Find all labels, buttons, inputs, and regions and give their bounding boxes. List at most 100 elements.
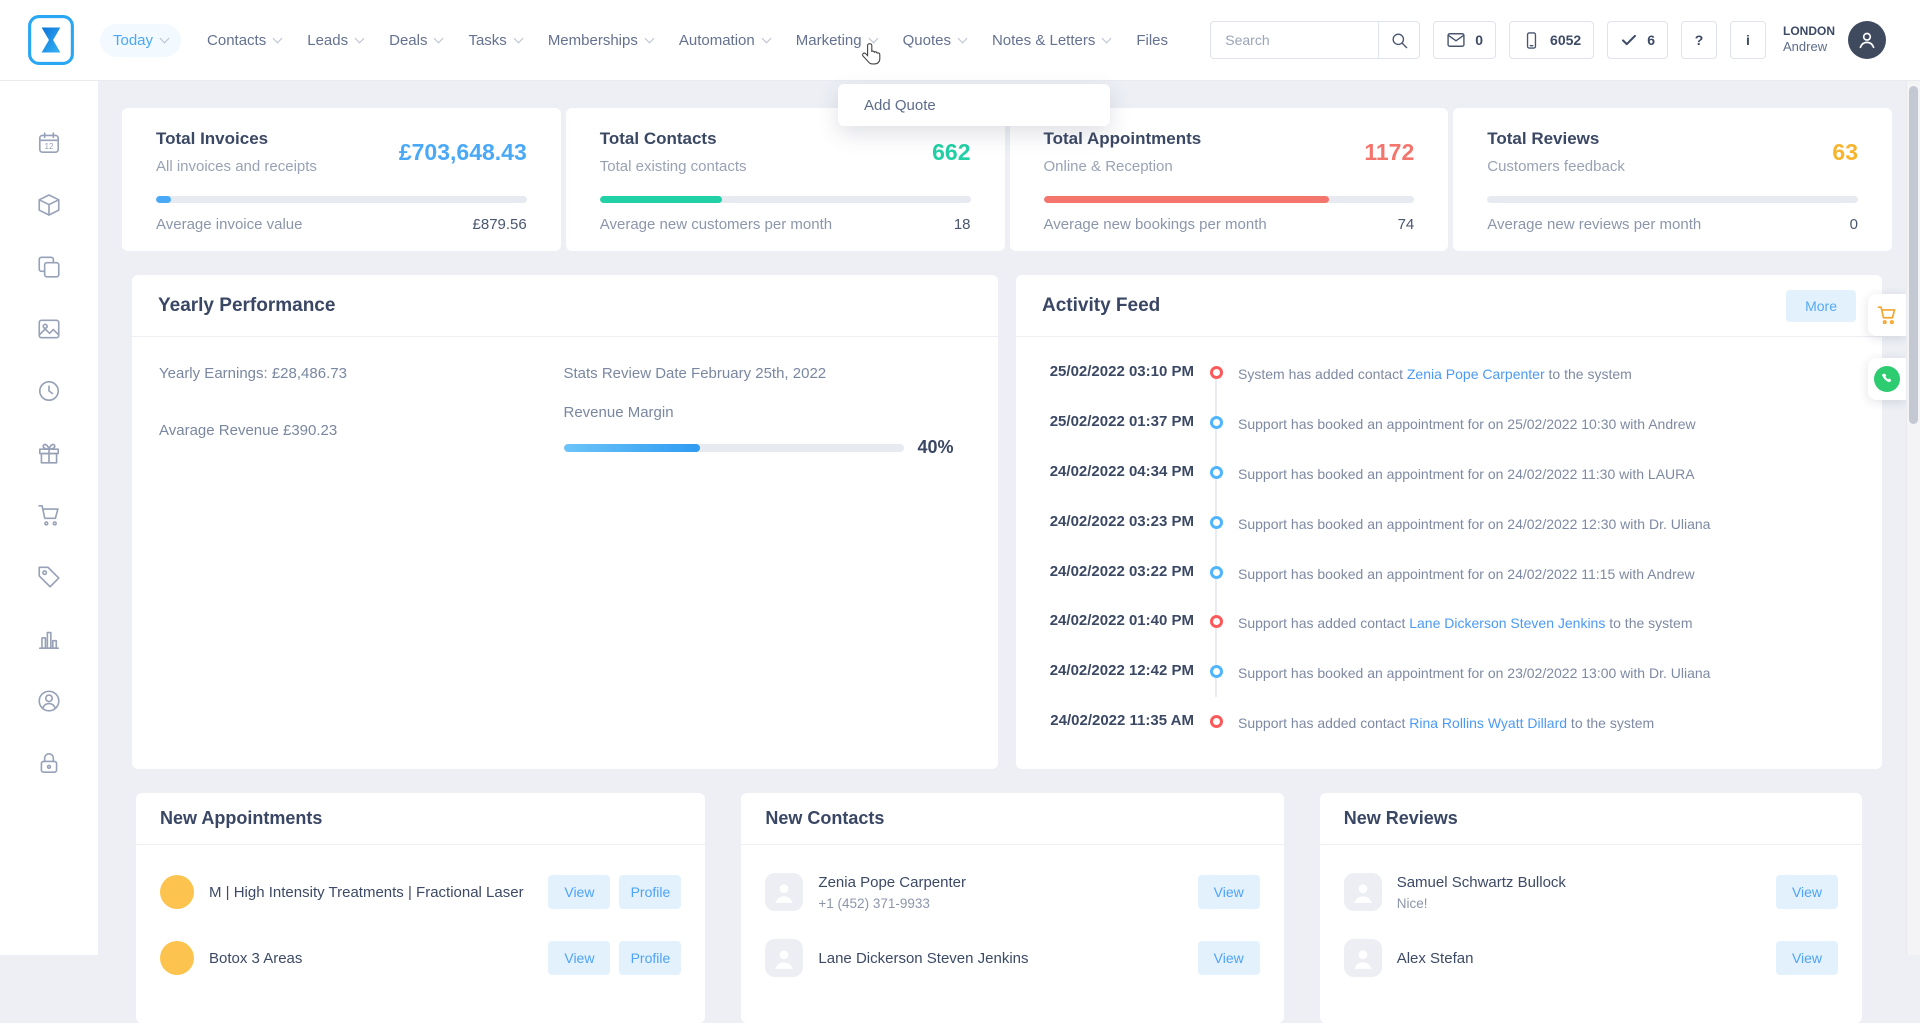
floating-whatsapp-widget[interactable] bbox=[1868, 358, 1906, 400]
more-button[interactable]: More bbox=[1786, 290, 1856, 322]
stat-title: Total Appointments bbox=[1044, 129, 1202, 149]
activity-contact-link[interactable]: Lane Dickerson Steven Jenkins bbox=[1409, 615, 1605, 631]
user-avatar[interactable] bbox=[1848, 21, 1886, 59]
sidebar-item-gallery[interactable] bbox=[36, 316, 62, 342]
timeline-dot bbox=[1210, 665, 1223, 678]
sidebar-item-services[interactable] bbox=[36, 192, 62, 218]
tag-icon bbox=[36, 564, 62, 590]
progress-bar bbox=[1487, 196, 1858, 203]
view-button[interactable]: View bbox=[1776, 875, 1838, 909]
search-button[interactable] bbox=[1378, 21, 1420, 59]
nav-item-memberships[interactable]: Memberships bbox=[548, 32, 653, 49]
activity-time: 24/02/2022 11:35 AM bbox=[1042, 712, 1194, 729]
stat-value: 63 bbox=[1832, 139, 1858, 166]
tasks-counter-button[interactable]: 6 bbox=[1607, 21, 1668, 59]
menu-item-add-quote[interactable]: Add Quote bbox=[864, 97, 936, 114]
view-button[interactable]: View bbox=[1198, 875, 1260, 909]
sidebar-item-permissions[interactable] bbox=[36, 750, 62, 776]
view-button[interactable]: View bbox=[1198, 941, 1260, 975]
sidebar-item-reports[interactable] bbox=[36, 626, 62, 652]
calendar-icon: 12 bbox=[36, 130, 62, 156]
nav-label: Memberships bbox=[548, 32, 638, 49]
sidebar-item-calendar[interactable]: 12 bbox=[36, 130, 62, 156]
progress-fill bbox=[156, 196, 171, 203]
contact-name: Lane Dickerson Steven Jenkins bbox=[818, 950, 1028, 967]
activity-text: Support has booked an appointment for on… bbox=[1238, 513, 1858, 534]
review-info: Alex Stefan bbox=[1397, 950, 1767, 967]
activity-text: Support has added contact Rina Rollins W… bbox=[1238, 712, 1858, 733]
mail-counter-button[interactable]: 0 bbox=[1433, 21, 1496, 59]
nav-item-leads[interactable]: Leads bbox=[307, 32, 363, 49]
nav-item-today[interactable]: Today bbox=[100, 24, 181, 57]
contact-row: Zenia Pope Carpenter +1 (452) 371-9933 V… bbox=[765, 859, 1259, 925]
activity-contact-link[interactable]: Zenia Pope Carpenter bbox=[1407, 366, 1545, 382]
sidebar-item-gift-vouchers[interactable] bbox=[36, 440, 62, 466]
revenue-margin-label: Revenue Margin bbox=[564, 404, 969, 421]
reviewer-avatar bbox=[1344, 939, 1382, 977]
middle-row: Yearly Performance Yearly Earnings: £28,… bbox=[132, 275, 1882, 769]
nav-item-deals[interactable]: Deals bbox=[389, 32, 442, 49]
progress-bar bbox=[600, 196, 971, 203]
nav-item-marketing[interactable]: Marketing bbox=[796, 32, 877, 49]
nav-item-files[interactable]: Files bbox=[1136, 32, 1168, 49]
sidebar-item-staff[interactable] bbox=[36, 688, 62, 714]
search-input[interactable] bbox=[1210, 21, 1378, 59]
progress-bar bbox=[1044, 196, 1415, 203]
nav-item-notes-letters[interactable]: Notes & Letters bbox=[992, 32, 1110, 49]
svg-text:12: 12 bbox=[44, 142, 54, 151]
contact-avatar bbox=[765, 873, 803, 911]
timeline-dot bbox=[1210, 416, 1223, 429]
stat-value: 662 bbox=[932, 139, 970, 166]
stat-value: 1172 bbox=[1364, 139, 1414, 166]
appointment-row: Botox 3 Areas View Profile bbox=[160, 925, 681, 991]
chevron-down-icon bbox=[273, 33, 283, 43]
view-button[interactable]: View bbox=[548, 941, 610, 975]
floating-cart-widget[interactable] bbox=[1868, 294, 1906, 336]
nav-label: Marketing bbox=[796, 32, 862, 49]
task-count: 6 bbox=[1647, 32, 1655, 48]
person-placeholder-icon bbox=[771, 879, 797, 905]
stat-footer-label: Average new reviews per month bbox=[1487, 216, 1701, 233]
scrollbar-thumb[interactable] bbox=[1909, 86, 1918, 424]
page-scrollbar[interactable] bbox=[1906, 0, 1920, 955]
chevron-down-icon bbox=[513, 33, 523, 43]
activity-text: Support has added contact Lane Dickerson… bbox=[1238, 612, 1858, 633]
bar-chart-icon bbox=[36, 626, 62, 652]
stats-review-date: Stats Review Date February 25th, 2022 bbox=[564, 365, 969, 382]
nav-item-contacts[interactable]: Contacts bbox=[207, 32, 281, 49]
chevron-down-icon bbox=[868, 33, 878, 43]
profile-button[interactable]: Profile bbox=[619, 941, 681, 975]
progress-bar bbox=[156, 196, 527, 203]
view-button[interactable]: View bbox=[1776, 941, 1838, 975]
gift-icon bbox=[36, 440, 62, 466]
info-button[interactable]: i bbox=[1730, 21, 1766, 59]
sidebar-item-point-of-sale[interactable] bbox=[36, 502, 62, 528]
timeline-dot bbox=[1210, 466, 1223, 479]
sidebar-item-templates[interactable] bbox=[36, 254, 62, 280]
stat-footer-label: Average new customers per month bbox=[600, 216, 832, 233]
lock-icon bbox=[36, 750, 62, 776]
stat-title: Total Contacts bbox=[600, 129, 747, 149]
sidebar-item-history[interactable] bbox=[36, 378, 62, 404]
activity-text-pre: Support has booked an appointment for on… bbox=[1238, 566, 1695, 582]
appointment-status-dot bbox=[160, 875, 194, 909]
location-label: LONDON bbox=[1783, 24, 1835, 39]
card-title: New Reviews bbox=[1344, 808, 1458, 829]
phone-counter-button[interactable]: 6052 bbox=[1509, 21, 1594, 59]
activity-contact-link[interactable]: Rina Rollins Wyatt Dillard bbox=[1409, 715, 1567, 731]
profile-button[interactable]: Profile bbox=[619, 875, 681, 909]
view-button[interactable]: View bbox=[548, 875, 610, 909]
new-contacts-card: New Contacts Zenia Pope Carpenter +1 (45… bbox=[741, 793, 1283, 1023]
activity-text-post: to the system bbox=[1567, 715, 1654, 731]
app-logo[interactable] bbox=[28, 15, 74, 65]
nav-item-automation[interactable]: Automation bbox=[679, 32, 770, 49]
yearly-earnings: Yearly Earnings: £28,486.73 bbox=[159, 365, 564, 382]
chevron-down-icon bbox=[958, 33, 968, 43]
revenue-margin-bar bbox=[564, 444, 904, 452]
nav-item-tasks[interactable]: Tasks bbox=[468, 32, 521, 49]
help-button[interactable]: ? bbox=[1681, 21, 1717, 59]
appointment-status-dot bbox=[160, 941, 194, 975]
sidebar-item-discounts[interactable] bbox=[36, 564, 62, 590]
nav-item-quotes[interactable]: Quotes bbox=[903, 32, 966, 49]
stat-card-contacts: Total Contacts Total existing contacts 6… bbox=[566, 108, 1005, 251]
